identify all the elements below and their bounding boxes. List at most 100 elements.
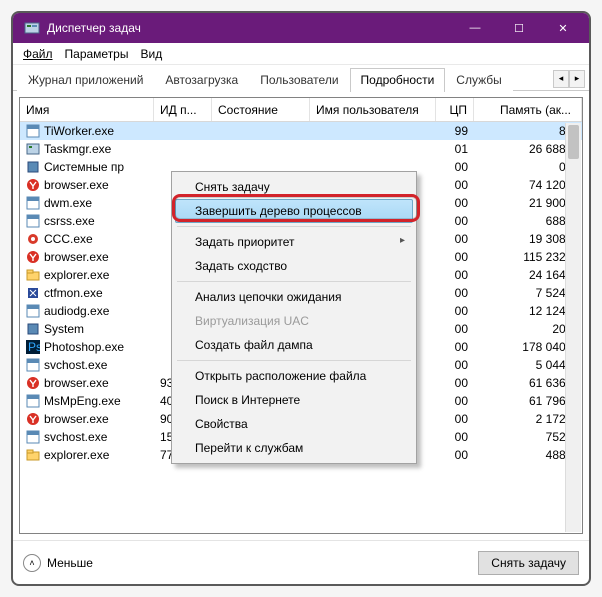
maximize-button[interactable]: ☐	[497, 13, 541, 43]
ctx-open-file-location[interactable]: Открыть расположение файла	[175, 364, 413, 388]
cell-cpu: 00	[436, 357, 474, 373]
ctx-end-process-tree[interactable]: Завершить дерево процессов	[175, 199, 413, 223]
process-icon	[26, 394, 40, 408]
process-icon	[26, 412, 40, 426]
cell-name: audiodg.exe	[44, 304, 109, 318]
process-icon	[26, 430, 40, 444]
process-icon	[26, 358, 40, 372]
cell-pid	[154, 166, 212, 168]
process-icon	[26, 196, 40, 210]
process-icon	[26, 214, 40, 228]
tab-startup[interactable]: Автозагрузка	[154, 68, 249, 92]
process-icon	[26, 232, 40, 246]
col-mem[interactable]: Память (ак...	[474, 98, 582, 121]
cell-name: browser.exe	[44, 412, 109, 426]
cell-name: explorer.exe	[44, 448, 109, 462]
ctx-create-dump[interactable]: Создать файл дампа	[175, 333, 413, 357]
end-task-button[interactable]: Снять задачу	[478, 551, 579, 575]
cell-state	[212, 148, 310, 150]
col-state[interactable]: Состояние	[212, 98, 310, 121]
cell-cpu: 99	[436, 123, 474, 139]
cell-cpu: 00	[436, 159, 474, 175]
titlebar[interactable]: Диспетчер задач — ☐ ✕	[13, 13, 589, 43]
process-icon	[26, 286, 40, 300]
window-title: Диспетчер задач	[47, 21, 453, 35]
process-icon	[26, 124, 40, 138]
cell-cpu: 00	[436, 249, 474, 265]
cell-user	[310, 130, 436, 132]
tab-app-history[interactable]: Журнал приложений	[17, 68, 154, 92]
cell-name: TiWorker.exe	[44, 124, 114, 138]
ctx-analyze-wait-chain[interactable]: Анализ цепочки ожидания	[175, 285, 413, 309]
cell-cpu: 00	[436, 411, 474, 427]
cell-pid	[154, 148, 212, 150]
menu-view[interactable]: Вид	[136, 45, 166, 63]
scrollbar-thumb[interactable]	[568, 125, 579, 159]
cell-user	[310, 148, 436, 150]
separator	[177, 281, 411, 282]
menubar: Файл Параметры Вид	[13, 43, 589, 65]
cell-name: CCC.exe	[44, 232, 93, 246]
menu-options[interactable]: Параметры	[61, 45, 133, 63]
svg-text:Ps: Ps	[28, 340, 40, 354]
process-icon	[26, 142, 40, 156]
vertical-scrollbar[interactable]	[565, 123, 581, 532]
cell-cpu: 00	[436, 177, 474, 193]
cell-name: svchost.exe	[44, 430, 107, 444]
ctx-uac-virtualization: Виртуализация UAC	[175, 309, 413, 333]
cell-name: browser.exe	[44, 178, 109, 192]
col-user[interactable]: Имя пользователя	[310, 98, 436, 121]
cell-cpu: 00	[436, 429, 474, 445]
tabstrip: Журнал приложений Автозагрузка Пользоват…	[13, 65, 589, 91]
process-icon	[26, 250, 40, 264]
tab-scroll-right[interactable]: ▸	[569, 70, 585, 88]
cell-cpu: 00	[436, 267, 474, 283]
cell-cpu: 00	[436, 339, 474, 355]
cell-cpu: 00	[436, 285, 474, 301]
menu-file[interactable]: Файл	[19, 45, 57, 63]
cell-name: browser.exe	[44, 376, 109, 390]
ctx-properties[interactable]: Свойства	[175, 412, 413, 436]
table-row[interactable]: Taskmgr.exe0126 688 К	[20, 140, 582, 158]
cell-name: dwm.exe	[44, 196, 92, 210]
col-pid[interactable]: ИД п...	[154, 98, 212, 121]
process-icon	[26, 160, 40, 174]
ctx-set-priority[interactable]: Задать приоритет	[175, 230, 413, 254]
cell-name: System	[44, 322, 84, 336]
ctx-search-online[interactable]: Поиск в Интернете	[175, 388, 413, 412]
cell-name: explorer.exe	[44, 268, 109, 282]
process-icon	[26, 376, 40, 390]
table-row[interactable]: TiWorker.exe998 К	[20, 122, 582, 140]
cell-cpu: 00	[436, 375, 474, 391]
app-icon	[23, 19, 41, 37]
tab-users[interactable]: Пользователи	[249, 68, 349, 92]
chevron-up-icon: ˄	[23, 554, 41, 572]
process-icon	[26, 448, 40, 462]
cell-cpu: 00	[436, 321, 474, 337]
tab-scroll-left[interactable]: ◂	[553, 70, 569, 88]
cell-name: Taskmgr.exe	[44, 142, 111, 156]
minimize-button[interactable]: —	[453, 13, 497, 43]
cell-name: svchost.exe	[44, 358, 107, 372]
process-icon	[26, 322, 40, 336]
ctx-go-to-services[interactable]: Перейти к службам	[175, 436, 413, 460]
col-cpu[interactable]: ЦП	[436, 98, 474, 121]
cell-cpu: 01	[436, 141, 474, 157]
cell-cpu: 00	[436, 195, 474, 211]
ctx-set-affinity[interactable]: Задать сходство	[175, 254, 413, 278]
process-icon	[26, 178, 40, 192]
ctx-end-task[interactable]: Снять задачу	[175, 175, 413, 199]
cell-pid	[154, 130, 212, 132]
tab-details[interactable]: Подробности	[350, 68, 446, 92]
tab-services[interactable]: Службы	[445, 68, 512, 92]
close-button[interactable]: ✕	[541, 13, 585, 43]
cell-name: MsMpEng.exe	[44, 394, 121, 408]
process-icon: Ps	[26, 340, 40, 354]
context-menu: Снять задачу Завершить дерево процессов …	[171, 171, 417, 464]
col-name[interactable]: Имя	[20, 98, 154, 121]
cell-name: Photoshop.exe	[44, 340, 124, 354]
fewer-details[interactable]: ˄ Меньше	[23, 554, 93, 572]
cell-state	[212, 166, 310, 168]
process-icon	[26, 304, 40, 318]
cell-name: csrss.exe	[44, 214, 95, 228]
